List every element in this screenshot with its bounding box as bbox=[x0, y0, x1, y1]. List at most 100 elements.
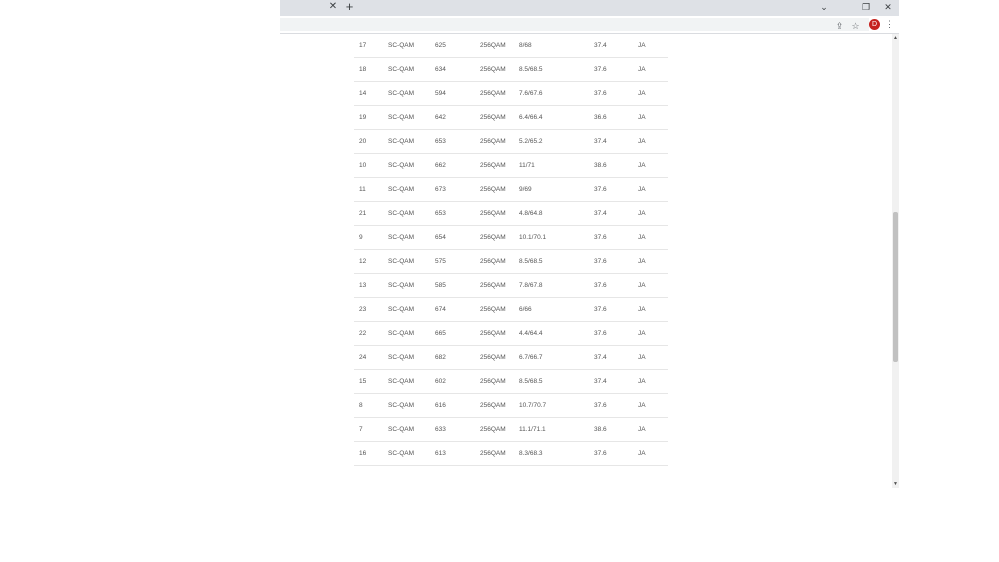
power-cell: 4.8/64.8 bbox=[519, 201, 594, 226]
power-cell: 8.5/68.5 bbox=[519, 57, 594, 82]
channel-type-cell: SC-QAM bbox=[388, 345, 435, 370]
power-cell: 10.7/70.7 bbox=[519, 393, 594, 418]
power-cell: 6.7/66.7 bbox=[519, 345, 594, 370]
snr-cell: 37.4 bbox=[594, 201, 638, 226]
tab-search-dropdown-icon[interactable]: ⌄ bbox=[817, 1, 831, 13]
power-cell: 11/71 bbox=[519, 153, 594, 178]
scroll-up-icon[interactable]: ▲ bbox=[892, 34, 899, 42]
status-cell: JA bbox=[638, 321, 668, 346]
frequency-cell: 575 bbox=[435, 249, 480, 274]
snr-cell: 37.6 bbox=[594, 81, 638, 106]
channel-type-cell: SC-QAM bbox=[388, 34, 435, 58]
frequency-cell: 613 bbox=[435, 441, 480, 466]
table-row: 20 SC-QAM 653 256QAM 5.2/65.2 37.4 JA bbox=[354, 129, 668, 154]
frequency-cell: 665 bbox=[435, 321, 480, 346]
channel-type-cell: SC-QAM bbox=[388, 81, 435, 106]
restore-window-icon[interactable]: ❐ bbox=[859, 1, 873, 13]
table-row: 8 SC-QAM 616 256QAM 10.7/70.7 37.6 JA bbox=[354, 393, 668, 418]
frequency-cell: 642 bbox=[435, 105, 480, 130]
channel-type-cell: SC-QAM bbox=[388, 57, 435, 82]
channel-id-cell: 24 bbox=[354, 345, 388, 370]
status-cell: JA bbox=[638, 129, 668, 154]
channel-id-cell: 16 bbox=[354, 441, 388, 466]
power-cell: 10.1/70.1 bbox=[519, 225, 594, 250]
channel-id-cell: 17 bbox=[354, 34, 388, 58]
tab-strip: ✕ + ⌄ ❐ ✕ bbox=[280, 0, 899, 16]
snr-cell: 38.6 bbox=[594, 417, 638, 442]
tab-close-icon[interactable]: ✕ bbox=[327, 1, 339, 13]
snr-cell: 37.4 bbox=[594, 345, 638, 370]
snr-cell: 37.4 bbox=[594, 34, 638, 58]
channel-id-cell: 22 bbox=[354, 321, 388, 346]
table-row: 17 SC-QAM 625 256QAM 8/68 37.4 JA bbox=[354, 34, 668, 58]
table-row: 21 SC-QAM 653 256QAM 4.8/64.8 37.4 JA bbox=[354, 201, 668, 226]
modulation-cell: 256QAM bbox=[480, 369, 519, 394]
power-cell: 4.4/64.4 bbox=[519, 321, 594, 346]
power-cell: 6/66 bbox=[519, 297, 594, 322]
close-window-icon[interactable]: ✕ bbox=[881, 1, 895, 13]
channel-id-cell: 21 bbox=[354, 201, 388, 226]
browser-menu-icon[interactable]: ⋮ bbox=[884, 19, 895, 30]
power-cell: 9/69 bbox=[519, 177, 594, 202]
power-cell: 7.8/67.8 bbox=[519, 273, 594, 298]
modulation-cell: 256QAM bbox=[480, 57, 519, 82]
channel-id-cell: 12 bbox=[354, 249, 388, 274]
status-cell: JA bbox=[638, 345, 668, 370]
table-row: 9 SC-QAM 654 256QAM 10.1/70.1 37.6 JA bbox=[354, 225, 668, 250]
frequency-cell: 653 bbox=[435, 201, 480, 226]
status-cell: JA bbox=[638, 393, 668, 418]
status-cell: JA bbox=[638, 297, 668, 322]
channel-type-cell: SC-QAM bbox=[388, 369, 435, 394]
frequency-cell: 625 bbox=[435, 34, 480, 58]
scroll-down-icon[interactable]: ▼ bbox=[892, 480, 899, 488]
channel-id-cell: 18 bbox=[354, 57, 388, 82]
status-cell: JA bbox=[638, 153, 668, 178]
snr-cell: 37.6 bbox=[594, 441, 638, 466]
modulation-cell: 256QAM bbox=[480, 345, 519, 370]
channel-id-cell: 15 bbox=[354, 369, 388, 394]
snr-cell: 37.6 bbox=[594, 57, 638, 82]
modulation-cell: 256QAM bbox=[480, 177, 519, 202]
modulation-cell: 256QAM bbox=[480, 81, 519, 106]
new-tab-icon[interactable]: + bbox=[343, 0, 356, 14]
frequency-cell: 594 bbox=[435, 81, 480, 106]
share-icon[interactable]: ⇪ bbox=[834, 21, 845, 32]
snr-cell: 37.6 bbox=[594, 225, 638, 250]
table-row: 18 SC-QAM 634 256QAM 8.5/68.5 37.6 JA bbox=[354, 57, 668, 82]
channel-id-cell: 23 bbox=[354, 297, 388, 322]
channel-id-cell: 19 bbox=[354, 105, 388, 130]
frequency-cell: 634 bbox=[435, 57, 480, 82]
channel-type-cell: SC-QAM bbox=[388, 321, 435, 346]
snr-cell: 37.4 bbox=[594, 129, 638, 154]
bookmark-star-icon[interactable]: ☆ bbox=[850, 21, 861, 32]
status-cell: JA bbox=[638, 57, 668, 82]
active-tab[interactable]: ✕ bbox=[280, 0, 338, 16]
status-cell: JA bbox=[638, 201, 668, 226]
page-content: 17 SC-QAM 625 256QAM 8/68 37.4 JA 18 SC-QAM 634 25… bbox=[280, 34, 892, 488]
frequency-cell: 585 bbox=[435, 273, 480, 298]
power-cell: 7.6/67.6 bbox=[519, 81, 594, 106]
table-row: 16 SC-QAM 613 256QAM 8.3/68.3 37.6 JA bbox=[354, 441, 668, 466]
power-cell: 5.2/65.2 bbox=[519, 129, 594, 154]
snr-cell: 36.6 bbox=[594, 105, 638, 130]
status-cell: JA bbox=[638, 441, 668, 466]
channel-type-cell: SC-QAM bbox=[388, 273, 435, 298]
scrollbar-thumb[interactable] bbox=[893, 212, 898, 362]
status-cell: JA bbox=[638, 81, 668, 106]
profile-avatar[interactable]: D bbox=[869, 19, 880, 30]
vertical-scrollbar[interactable]: ▲ ▼ bbox=[892, 34, 899, 488]
frequency-cell: 674 bbox=[435, 297, 480, 322]
browser-toolbar: ⇪ ☆ D ⋮ bbox=[280, 16, 899, 33]
channel-type-cell: SC-QAM bbox=[388, 297, 435, 322]
modulation-cell: 256QAM bbox=[480, 321, 519, 346]
channel-type-cell: SC-QAM bbox=[388, 417, 435, 442]
channel-type-cell: SC-QAM bbox=[388, 441, 435, 466]
channel-type-cell: SC-QAM bbox=[388, 249, 435, 274]
status-cell: JA bbox=[638, 417, 668, 442]
modulation-cell: 256QAM bbox=[480, 249, 519, 274]
table-row: 23 SC-QAM 674 256QAM 6/66 37.6 JA bbox=[354, 297, 668, 322]
address-bar[interactable]: ⇪ ☆ bbox=[280, 18, 869, 31]
table-row: 15 SC-QAM 602 256QAM 8.5/68.5 37.4 JA bbox=[354, 369, 668, 394]
power-cell: 6.4/66.4 bbox=[519, 105, 594, 130]
frequency-cell: 602 bbox=[435, 369, 480, 394]
